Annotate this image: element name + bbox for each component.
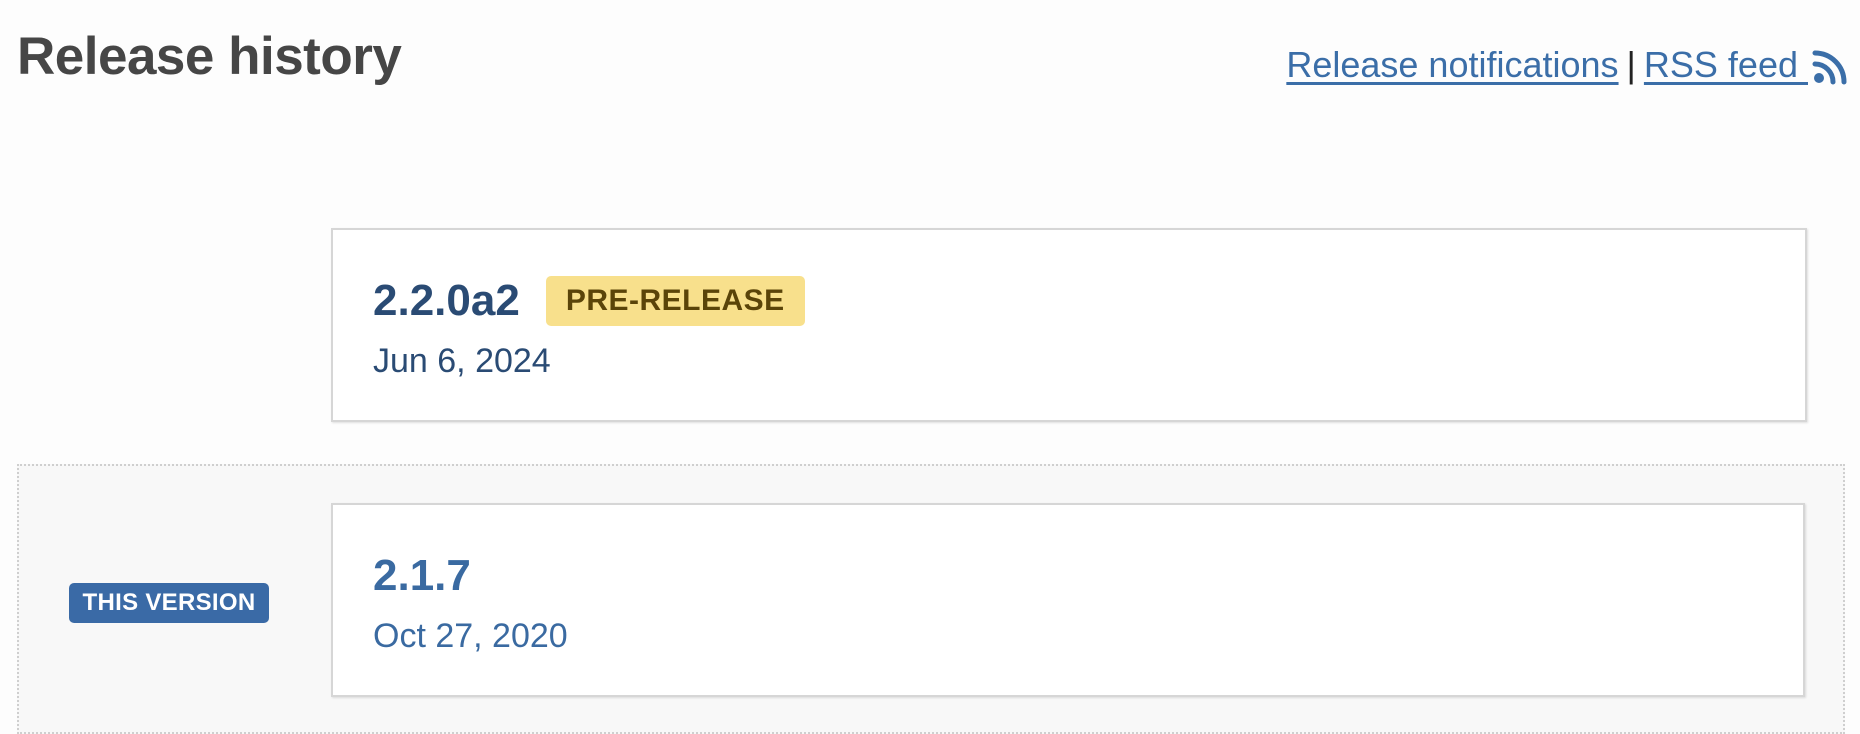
release-card-2-1-7[interactable]: 2.1.7 Oct 27, 2020 (331, 503, 1805, 697)
page-title: Release history (17, 27, 402, 86)
release-version: 2.1.7 (373, 551, 471, 600)
release-notifications-link[interactable]: Release notifications (1286, 44, 1618, 86)
version-row: 2.1.7 (373, 551, 471, 601)
rss-feed-link[interactable]: RSS feed (1644, 44, 1848, 86)
link-separator: | (1626, 44, 1636, 85)
release-card-2-2-0a2[interactable]: 2.2.0a2 PRE-RELEASE Jun 6, 2024 (331, 228, 1807, 422)
release-history-page: Release history Release notifications | … (0, 0, 1860, 734)
rss-icon (1812, 50, 1847, 85)
release-date: Jun 6, 2024 (373, 342, 551, 380)
rss-feed-label: RSS feed (1643, 44, 1808, 85)
this-version-badge: THIS VERSION (69, 583, 269, 623)
pre-release-badge: PRE-RELEASE (545, 276, 805, 326)
release-date: Oct 27, 2020 (373, 617, 568, 655)
release-version: 2.2.0a2 (373, 276, 520, 325)
header-links: Release notifications | RSS feed (1286, 44, 1848, 86)
version-row: 2.2.0a2 PRE-RELEASE (373, 276, 805, 326)
